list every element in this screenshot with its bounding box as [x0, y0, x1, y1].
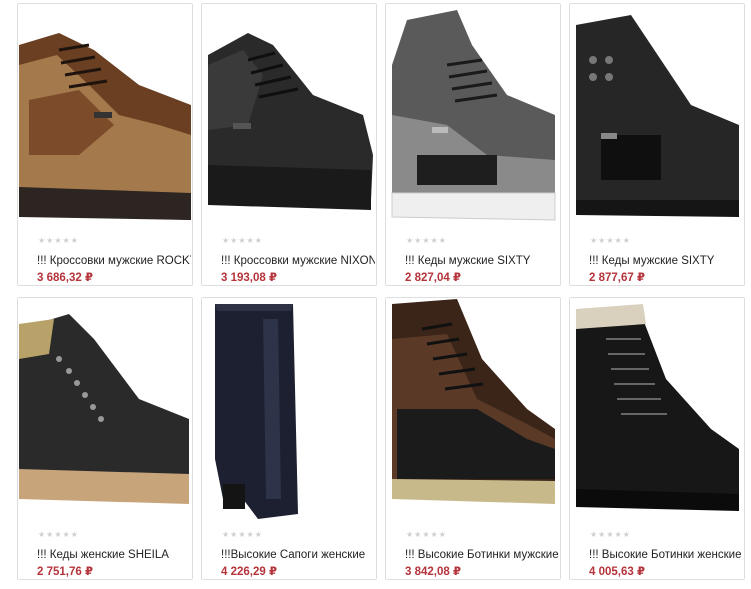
star-icon: ★	[54, 236, 62, 245]
star-icon: ★	[614, 236, 622, 245]
star-icon: ★	[598, 236, 606, 245]
star-icon: ★	[414, 236, 422, 245]
star-icon: ★	[430, 236, 438, 245]
product-image[interactable]	[203, 5, 375, 227]
product-title[interactable]: !!! Кеды мужские SIXTY	[405, 254, 559, 268]
star-icon: ★	[422, 236, 430, 245]
product-image[interactable]	[387, 5, 559, 227]
star-icon: ★	[606, 530, 614, 539]
star-icon: ★	[62, 236, 70, 245]
star-icon: ★	[238, 530, 246, 539]
product-image[interactable]	[571, 299, 743, 521]
product-title[interactable]: !!! Высокие Ботинки женские	[589, 548, 743, 562]
star-icon: ★	[246, 530, 254, 539]
star-icon: ★	[622, 530, 630, 539]
star-icon: ★	[622, 236, 630, 245]
star-icon: ★	[38, 236, 46, 245]
rating-stars: ★ ★ ★ ★ ★	[590, 237, 630, 245]
product-card[interactable]: ★ ★ ★ ★ ★ !!! Кроссовки мужские ROCKY- 3 686…	[17, 3, 193, 286]
product-card[interactable]: ★ ★ ★ ★ ★ !!!Высокие Сапоги женские 4 226,29…	[201, 297, 377, 580]
product-title[interactable]: !!! Кеды мужские SIXTY	[589, 254, 743, 268]
star-icon: ★	[254, 530, 262, 539]
product-image[interactable]	[203, 299, 375, 521]
star-icon: ★	[70, 530, 78, 539]
star-icon: ★	[62, 530, 70, 539]
rating-stars: ★ ★ ★ ★ ★	[590, 531, 630, 539]
rating-stars: ★ ★ ★ ★ ★	[406, 237, 446, 245]
rating-stars: ★ ★ ★ ★ ★	[222, 531, 262, 539]
product-grid: ★ ★ ★ ★ ★ !!! Кроссовки мужские ROCKY- 3 686…	[0, 0, 751, 589]
star-icon: ★	[230, 530, 238, 539]
star-icon: ★	[438, 530, 446, 539]
product-image[interactable]	[19, 299, 191, 521]
star-icon: ★	[414, 530, 422, 539]
product-price: 3 842,08 ₽	[405, 566, 461, 578]
star-icon: ★	[246, 236, 254, 245]
star-icon: ★	[406, 236, 414, 245]
product-card[interactable]: ★ ★ ★ ★ ★ !!! Высокие Ботинки женские 4 005,…	[569, 297, 745, 580]
product-title[interactable]: !!!Высокие Сапоги женские	[221, 548, 375, 562]
star-icon: ★	[438, 236, 446, 245]
star-icon: ★	[46, 236, 54, 245]
product-price: 4 226,29 ₽	[221, 566, 277, 578]
product-image[interactable]	[387, 299, 559, 521]
star-icon: ★	[238, 236, 246, 245]
star-icon: ★	[46, 530, 54, 539]
star-icon: ★	[38, 530, 46, 539]
rating-stars: ★ ★ ★ ★ ★	[38, 531, 78, 539]
product-price: 2 827,04 ₽	[405, 272, 461, 284]
star-icon: ★	[430, 530, 438, 539]
product-price: 2 751,76 ₽	[37, 566, 93, 578]
product-card[interactable]: ★ ★ ★ ★ ★ !!! Кеды женские SHEILA 2 751,76 ₽	[17, 297, 193, 580]
product-card[interactable]: ★ ★ ★ ★ ★ !!! Кеды мужские SIXTY 2 877,67 ₽	[569, 3, 745, 286]
star-icon: ★	[70, 236, 78, 245]
star-icon: ★	[222, 530, 230, 539]
star-icon: ★	[606, 236, 614, 245]
star-icon: ★	[590, 236, 598, 245]
product-price: 3 193,08 ₽	[221, 272, 277, 284]
product-image[interactable]	[571, 5, 743, 227]
star-icon: ★	[254, 236, 262, 245]
star-icon: ★	[422, 530, 430, 539]
star-icon: ★	[222, 236, 230, 245]
product-card[interactable]: ★ ★ ★ ★ ★ !!! Кеды мужские SIXTY 2 827,04 ₽	[385, 3, 561, 286]
product-price: 3 686,32 ₽	[37, 272, 93, 284]
star-icon: ★	[230, 236, 238, 245]
rating-stars: ★ ★ ★ ★ ★	[406, 531, 446, 539]
rating-stars: ★ ★ ★ ★ ★	[222, 237, 262, 245]
product-image[interactable]	[19, 5, 191, 227]
product-price: 4 005,63 ₽	[589, 566, 645, 578]
star-icon: ★	[54, 530, 62, 539]
product-title[interactable]: !!! Кроссовки мужские ROCKY-	[37, 254, 191, 268]
product-card[interactable]: ★ ★ ★ ★ ★ !!! Кроссовки мужские NIXON 3 193,…	[201, 3, 377, 286]
star-icon: ★	[614, 530, 622, 539]
product-card[interactable]: ★ ★ ★ ★ ★ !!! Высокие Ботинки мужские 3 842,…	[385, 297, 561, 580]
product-title[interactable]: !!! Кроссовки мужские NIXON	[221, 254, 375, 268]
star-icon: ★	[590, 530, 598, 539]
product-title[interactable]: !!! Кеды женские SHEILA	[37, 548, 191, 562]
product-price: 2 877,67 ₽	[589, 272, 645, 284]
product-title[interactable]: !!! Высокие Ботинки мужские	[405, 548, 559, 562]
rating-stars: ★ ★ ★ ★ ★	[38, 237, 78, 245]
star-icon: ★	[598, 530, 606, 539]
star-icon: ★	[406, 530, 414, 539]
